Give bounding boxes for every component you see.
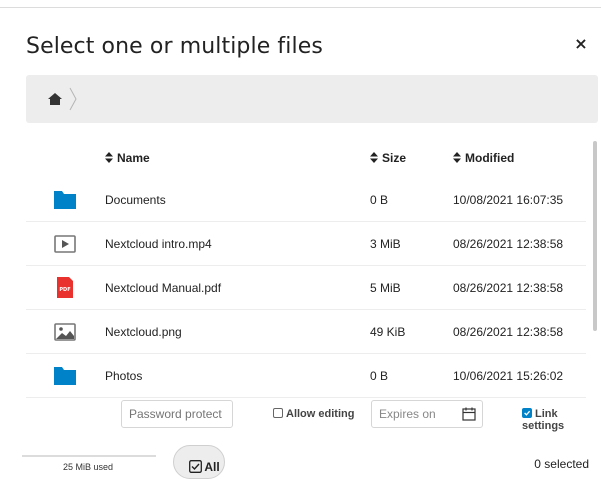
file-name: Photos (105, 369, 143, 383)
sort-icon (105, 152, 113, 163)
file-list: Name Size Modified Documents 0 B 10/08/2… (26, 138, 594, 398)
folder-icon (54, 367, 76, 385)
file-modified: 08/26/2021 12:38:58 (453, 237, 564, 251)
column-header-name[interactable]: Name (105, 151, 150, 165)
file-list-header: Name Size Modified (26, 138, 594, 178)
file-row-nextcloud-png[interactable]: Nextcloud.png 49 KiB 08/26/2021 12:38:58 (26, 310, 586, 354)
file-size: 5 MiB (370, 281, 401, 295)
file-list-scrollbar[interactable] (593, 141, 597, 331)
file-size: 3 MiB (370, 237, 401, 251)
dialog-footer: 25 MiB used All 0 selected (0, 445, 601, 485)
breadcrumb (26, 75, 598, 123)
file-size: 49 KiB (370, 325, 406, 339)
video-icon (54, 235, 76, 253)
chevron-right-icon (69, 87, 77, 111)
window-top-edge (0, 0, 601, 8)
folder-icon (54, 191, 76, 209)
quota-text: 25 MiB used (62, 462, 114, 472)
calendar-icon[interactable] (462, 407, 476, 421)
file-modified: 10/06/2021 15:26:02 (453, 369, 564, 383)
expires-date-input[interactable]: Expires on (371, 400, 483, 428)
close-icon: × (574, 34, 588, 53)
checkbox-checked-icon (189, 459, 203, 473)
image-icon (54, 323, 76, 341)
expires-placeholder: Expires on (379, 407, 436, 421)
file-modified: 08/26/2021 12:38:58 (453, 325, 564, 339)
file-modified: 08/26/2021 12:38:58 (453, 281, 564, 295)
checkbox-icon (273, 408, 283, 418)
column-header-modified[interactable]: Modified (453, 151, 514, 165)
file-size: 0 B (370, 193, 389, 207)
file-name: Nextcloud Manual.pdf (105, 281, 222, 295)
share-options-bar: Allow editing Expires on Link settings (0, 400, 601, 434)
column-header-size[interactable]: Size (370, 151, 406, 165)
checkbox-checked-icon (522, 408, 532, 418)
file-size: 0 B (370, 369, 389, 383)
home-icon[interactable] (48, 93, 62, 105)
sort-icon (370, 152, 378, 163)
sort-icon (453, 152, 461, 163)
allow-editing-checkbox[interactable]: Allow editing (273, 408, 354, 420)
file-modified: 10/08/2021 16:07:35 (453, 193, 564, 207)
quota-progress-bar (22, 455, 156, 457)
file-row-documents[interactable]: Documents 0 B 10/08/2021 16:07:35 (26, 178, 586, 222)
file-row-nextcloud-intro[interactable]: Nextcloud intro.mp4 3 MiB 08/26/2021 12:… (26, 222, 586, 266)
svg-text:PDF: PDF (59, 287, 70, 293)
selected-count: 0 selected (534, 457, 589, 471)
link-settings-checkbox[interactable]: Link settings (522, 408, 601, 432)
file-row-nextcloud-manual[interactable]: PDF Nextcloud Manual.pdf 5 MiB 08/26/202… (26, 266, 586, 310)
close-button[interactable]: × (573, 34, 589, 54)
password-input[interactable] (121, 400, 233, 428)
file-name: Documents (105, 193, 166, 207)
file-name: Nextcloud intro.mp4 (105, 237, 212, 251)
dialog-title: Select one or multiple files (26, 34, 323, 59)
pdf-icon: PDF (57, 277, 73, 298)
select-all-label: All (204, 459, 220, 474)
file-name: Nextcloud.png (105, 325, 182, 339)
file-row-photos[interactable]: Photos 0 B 10/06/2021 15:26:02 (26, 354, 586, 398)
select-all-button[interactable]: All (173, 445, 225, 479)
